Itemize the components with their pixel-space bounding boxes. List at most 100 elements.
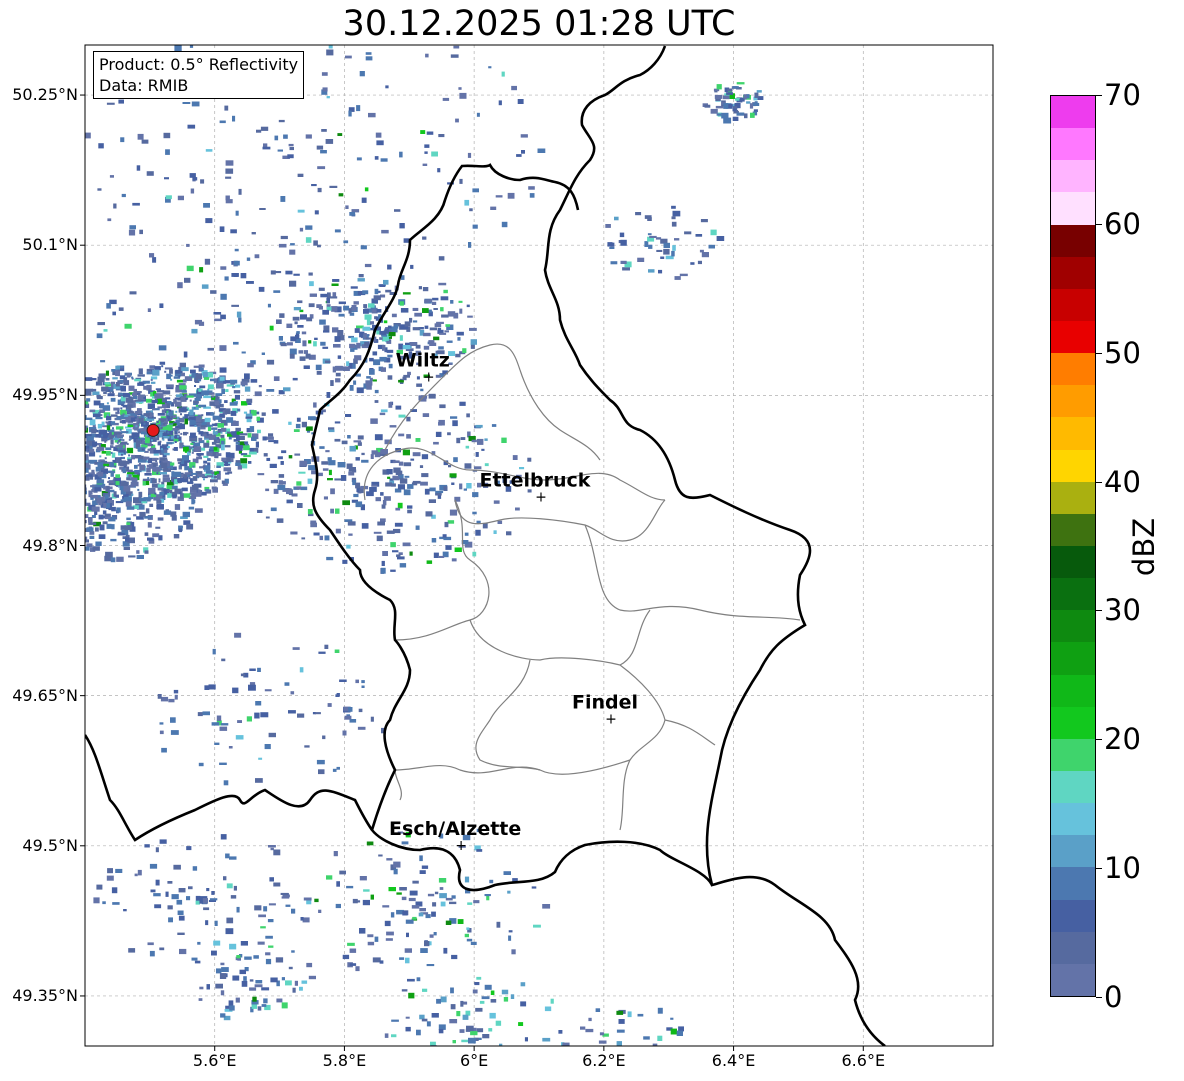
- echo-pixel: [427, 893, 435, 897]
- echo-pixel: [388, 328, 396, 331]
- echo-pixel: [225, 199, 233, 204]
- echo-pixel: [348, 110, 352, 117]
- echo-pixel: [139, 511, 146, 517]
- echo-pixel: [85, 484, 87, 490]
- echo-pixel: [363, 304, 368, 309]
- echo-pixel: [281, 450, 287, 454]
- echo-pixel: [144, 550, 149, 554]
- echo-pixel: [393, 467, 401, 473]
- echo-pixel: [150, 410, 153, 413]
- echo-pixel: [399, 223, 405, 229]
- echo-pixel: [236, 955, 241, 959]
- colorbar-segment: [1051, 321, 1095, 354]
- echo-pixel: [356, 157, 362, 161]
- echo-pixel: [80, 503, 83, 506]
- echo-pixel: [62, 500, 67, 506]
- echo-pixel: [333, 851, 338, 857]
- echo-pixel: [431, 1013, 439, 1018]
- echo-pixel: [61, 509, 66, 515]
- echo-pixel: [195, 422, 202, 425]
- echo-pixel: [201, 390, 209, 396]
- echo-pixel: [614, 1071, 621, 1074]
- echo-pixel: [620, 239, 627, 246]
- echo-pixel: [386, 340, 391, 344]
- echo-pixel: [237, 720, 242, 723]
- echo-pixel: [80, 478, 85, 480]
- echo-pixel: [151, 399, 158, 404]
- echo-pixel: [364, 314, 372, 320]
- echo-pixel: [401, 896, 407, 901]
- echo-pixel: [122, 413, 125, 416]
- echo-pixel: [23, 479, 27, 482]
- echo-pixel: [153, 893, 161, 897]
- echo-pixel: [160, 468, 163, 471]
- echo-pixel: [743, 94, 747, 100]
- echo-pixel: [419, 465, 424, 468]
- echo-pixel: [206, 424, 213, 427]
- echo-pixel: [286, 499, 293, 504]
- echo-pixel: [128, 474, 132, 478]
- echo-pixel: [179, 440, 182, 443]
- echo-pixel: [219, 973, 227, 979]
- echo-pixel: [54, 428, 60, 434]
- echo-pixel: [435, 374, 442, 378]
- echo-pixel: [158, 465, 161, 468]
- echo-pixel: [109, 391, 112, 394]
- echo-pixel: [131, 432, 137, 438]
- echo-pixel: [28, 497, 35, 500]
- echo-pixel: [248, 451, 257, 455]
- echo-pixel: [700, 219, 708, 223]
- echo-pixel: [255, 778, 263, 783]
- echo-pixel: [63, 524, 70, 526]
- echo-pixel: [503, 871, 511, 875]
- echo-pixel: [164, 367, 173, 370]
- echo-pixel: [466, 927, 470, 930]
- echo-pixel: [356, 342, 361, 349]
- echo-pixel: [58, 465, 63, 467]
- echo-pixel: [219, 345, 227, 351]
- echo-pixel: [421, 865, 429, 869]
- echo-pixel: [397, 484, 405, 490]
- echo-pixel: [358, 708, 363, 713]
- echo-pixel: [161, 365, 164, 368]
- echo-pixel: [85, 491, 87, 495]
- echo-pixel: [62, 419, 65, 421]
- echo-pixel: [254, 254, 260, 259]
- echo-pixel: [240, 673, 246, 677]
- echo-pixel: [184, 472, 192, 475]
- echo-pixel: [180, 493, 184, 499]
- echo-pixel: [373, 359, 381, 366]
- echo-pixel: [409, 551, 413, 556]
- echo-pixel: [329, 185, 338, 188]
- echo-pixel: [732, 86, 739, 89]
- echo-pixel: [179, 385, 187, 390]
- echo-pixel: [117, 436, 120, 438]
- echo-pixel: [445, 897, 453, 901]
- echo-pixel: [323, 330, 330, 333]
- echo-pixel: [421, 454, 429, 460]
- echo-pixel: [198, 404, 207, 408]
- colorbar-tick-mark: [1096, 223, 1102, 225]
- echo-pixel: [131, 392, 138, 396]
- echo-pixel: [166, 444, 169, 447]
- echo-pixel: [125, 451, 128, 454]
- echo-pixel: [232, 115, 236, 122]
- echo-pixel: [277, 484, 286, 491]
- echo-pixel: [263, 453, 268, 457]
- echo-pixel: [357, 435, 364, 440]
- echo-pixel: [744, 113, 748, 119]
- echo-pixel: [438, 134, 445, 138]
- echo-pixel: [68, 468, 74, 472]
- echo-pixel: [256, 129, 262, 133]
- echo-pixel: [347, 435, 351, 439]
- echo-pixel: [127, 424, 134, 427]
- echo-pixel: [472, 989, 478, 994]
- echo-pixel: [50, 514, 56, 519]
- echo-pixel: [254, 391, 262, 397]
- echo-pixel: [291, 908, 296, 914]
- echo-pixel: [188, 886, 193, 890]
- echo-pixel: [92, 391, 100, 395]
- echo-pixel: [330, 380, 334, 386]
- echo-pixel: [355, 966, 360, 972]
- echo-pixel: [214, 400, 220, 406]
